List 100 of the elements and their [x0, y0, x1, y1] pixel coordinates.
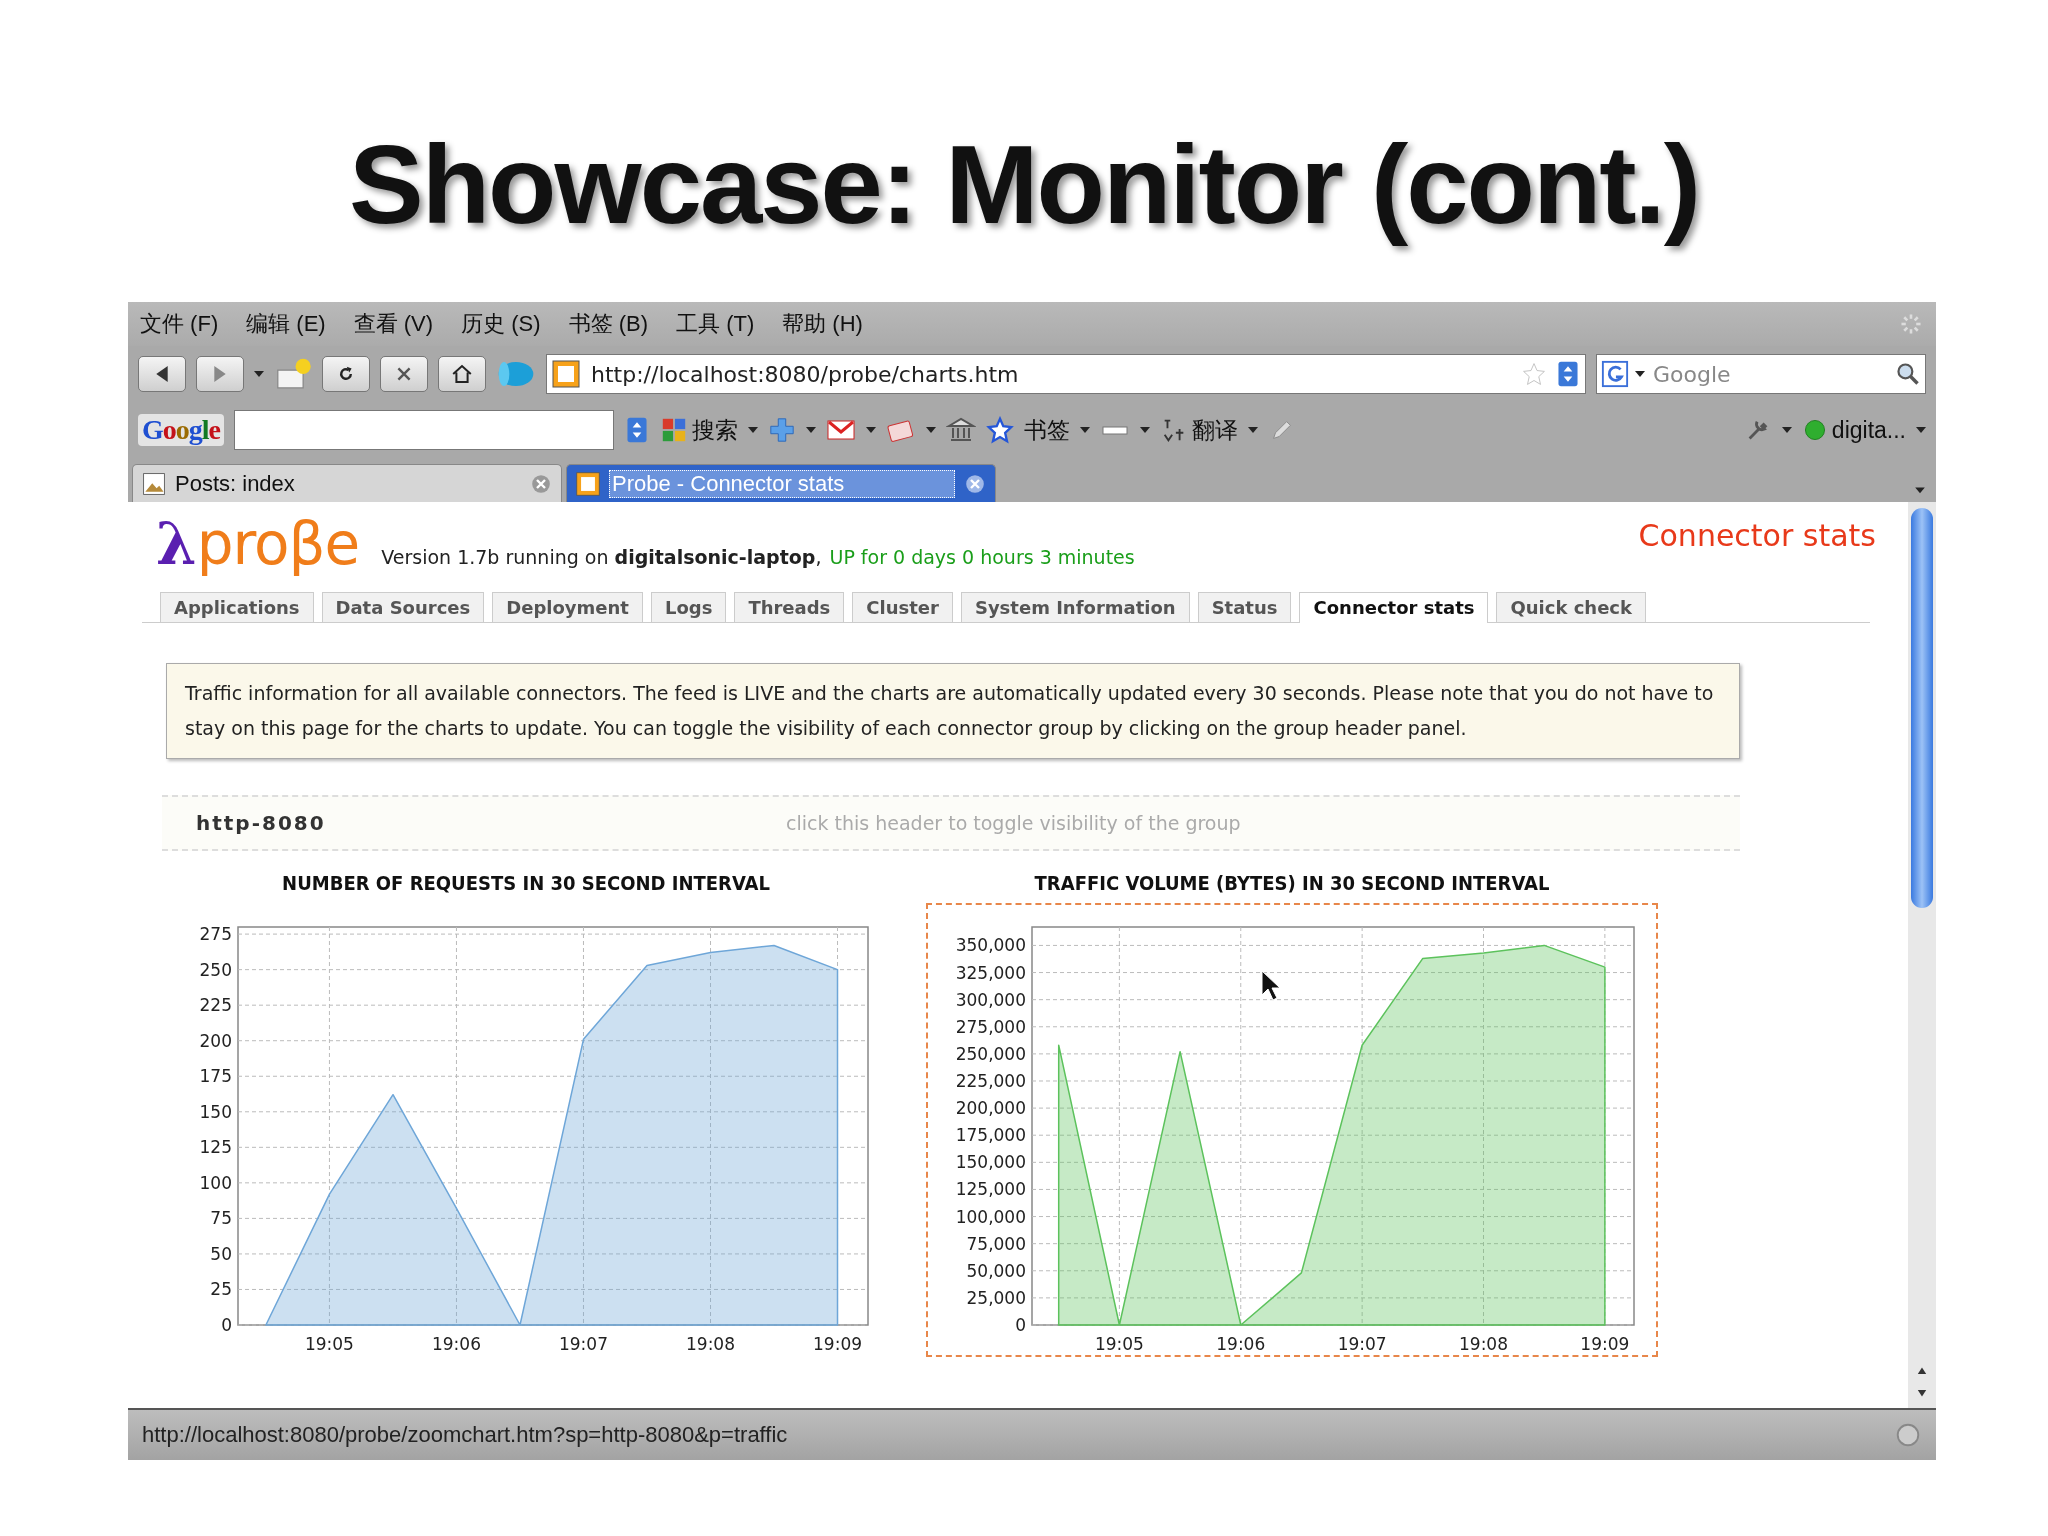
y-tick-label: 250,000: [955, 1043, 1026, 1064]
y-tick-label: 25,000: [966, 1287, 1026, 1308]
y-tick-label: 350,000: [955, 935, 1026, 956]
nav-tab[interactable]: Logs: [650, 592, 727, 622]
nav-tab[interactable]: Status: [1197, 592, 1292, 622]
y-tick-label: 50,000: [966, 1260, 1026, 1281]
uptime-text: UP for 0 days 0 hours 3 minutes: [829, 546, 1135, 570]
nav-tab[interactable]: Connector stats: [1299, 592, 1489, 623]
caret-icon[interactable]: [1080, 426, 1090, 434]
account-button[interactable]: digita...: [1831, 416, 1906, 444]
x-tick-label: 19:05: [304, 1334, 354, 1354]
bookmarks-button[interactable]: 书签: [1024, 414, 1070, 446]
stop-button[interactable]: [380, 356, 428, 392]
search-box[interactable]: Google: [1596, 354, 1926, 394]
y-tick-label: 125: [199, 1137, 232, 1158]
address-field[interactable]: http://localhost:8080/probe/charts.htm: [589, 360, 1513, 388]
y-tick-label: 0: [221, 1315, 232, 1335]
menu-item[interactable]: 书签 (B): [568, 309, 648, 339]
y-tick-label: 50: [210, 1243, 232, 1264]
caret-icon[interactable]: [1916, 426, 1926, 434]
reload-button[interactable]: [322, 356, 370, 392]
caret-icon[interactable]: [1635, 370, 1645, 378]
y-tick-label: 25: [210, 1279, 232, 1300]
toolbar-search-field[interactable]: [234, 410, 614, 450]
y-tick-label: 275,000: [955, 1016, 1026, 1037]
forward-icon: [214, 366, 226, 382]
caret-icon[interactable]: [806, 426, 816, 434]
menu-item[interactable]: 查看 (V): [353, 309, 434, 339]
nav-tab[interactable]: Threads: [734, 592, 845, 622]
nav-tab[interactable]: Deployment: [492, 592, 643, 622]
y-tick-label: 150,000: [955, 1152, 1026, 1173]
y-tick-label: 100,000: [955, 1206, 1026, 1227]
y-tick-label: 75,000: [966, 1233, 1026, 1254]
star-icon[interactable]: [1521, 361, 1547, 387]
back-icon: [156, 366, 168, 382]
y-tick-label: 275: [199, 924, 232, 945]
menu-item[interactable]: 历史 (S): [461, 309, 541, 339]
back-button[interactable]: [138, 356, 186, 392]
menu-item[interactable]: 帮助 (H): [782, 309, 863, 339]
forward-button[interactable]: [196, 356, 244, 392]
search-field[interactable]: Google: [1651, 360, 1889, 388]
toolbar-search-button[interactable]: 搜索: [692, 414, 738, 446]
google-logo: Google: [138, 414, 224, 446]
browser-tab[interactable]: Posts: index: [132, 464, 562, 502]
page-title: Connector stats: [1638, 517, 1876, 553]
search-engine-icon: [1601, 360, 1629, 388]
x-tick-label: 19:09: [813, 1334, 862, 1354]
caret-icon[interactable]: [1140, 426, 1150, 434]
site-favicon-icon: [551, 359, 581, 389]
nav-tab[interactable]: Cluster: [852, 592, 953, 622]
slide-title: Showcase: Monitor (cont.): [348, 121, 1700, 249]
caret-icon[interactable]: [748, 426, 758, 434]
y-tick-label: 250: [199, 959, 232, 980]
menu-item[interactable]: 工具 (T): [676, 309, 755, 339]
version-text: Version 1.7b running on digitalsonic-laptop,: [381, 546, 822, 570]
x-tick-label: 19:08: [686, 1334, 735, 1354]
status-text: http://localhost:8080/probe/zoomchart.htm?sp=http-8080&p=traffic: [142, 1422, 789, 1448]
address-bar[interactable]: http://localhost:8080/probe/charts.htm: [546, 354, 1586, 394]
y-tick-label: 75: [210, 1208, 232, 1229]
caret-icon[interactable]: [254, 370, 264, 378]
home-icon: [450, 362, 474, 386]
star-icon[interactable]: [986, 416, 1014, 444]
x-tick-label: 19:08: [1459, 1334, 1508, 1354]
info-notice: Traffic information for all available connectors. The feed is LIVE and the charts are automatically updated every 30 seconds. Please note that you do not have to stay on this page for the charts to update. You can toggle the visibility of each connector group by clicking on the group header panel.: [166, 663, 1740, 759]
chart-title: TRAFFIC VOLUME (BYTES) IN 30 SECOND INTERVAL: [1034, 871, 1550, 897]
x-tick-label: 19:05: [1094, 1334, 1144, 1354]
x-tick-label: 19:09: [1580, 1334, 1630, 1354]
caret-icon[interactable]: [926, 426, 936, 434]
group-name: http-8080: [196, 811, 327, 835]
y-tick-label: 175,000: [955, 1125, 1026, 1146]
y-tick-label: 300,000: [955, 989, 1026, 1010]
y-tick-label: 325,000: [955, 962, 1026, 983]
nav-tab[interactable]: Data Sources: [321, 592, 485, 622]
translate-button[interactable]: 翻译: [1192, 414, 1238, 446]
caret-icon[interactable]: [866, 426, 876, 434]
y-tick-label: 175: [199, 1066, 232, 1087]
scroll-thumb[interactable]: [1911, 508, 1933, 908]
site-favicon-icon: [575, 470, 601, 497]
y-tick-label: 100: [199, 1172, 232, 1193]
y-tick-label: 225,000: [955, 1071, 1026, 1091]
home-button[interactable]: [438, 356, 486, 392]
group-hint: click this header to toggle visibility of the group: [786, 812, 1241, 834]
scrollbar[interactable]: [1908, 502, 1936, 1408]
y-tick-label: 225: [199, 995, 232, 1016]
colored-squares-icon[interactable]: [660, 416, 688, 444]
nav-tab[interactable]: Applications: [160, 592, 314, 622]
caret-icon[interactable]: [1248, 426, 1258, 434]
x-tick-label: 19:07: [1337, 1334, 1387, 1354]
probe-logo: λproβe: [156, 510, 360, 578]
menu-item[interactable]: 编辑 (E): [246, 309, 326, 339]
caret-icon[interactable]: [1781, 426, 1792, 434]
nav-tab[interactable]: Quick check: [1496, 592, 1646, 622]
chart-title: NUMBER OF REQUESTS IN 30 SECOND INTERVAL: [282, 871, 770, 897]
group-header[interactable]: http-8080 click this header to toggle visibility of the group: [162, 795, 1740, 851]
status-circle-icon: [1894, 1421, 1922, 1449]
y-tick-label: 200,000: [955, 1098, 1026, 1119]
nav-tab[interactable]: System Information: [960, 592, 1190, 622]
search-icon: [1895, 361, 1921, 387]
menu-item[interactable]: 文件 (F): [140, 309, 219, 339]
y-tick-label: 125,000: [955, 1179, 1026, 1200]
